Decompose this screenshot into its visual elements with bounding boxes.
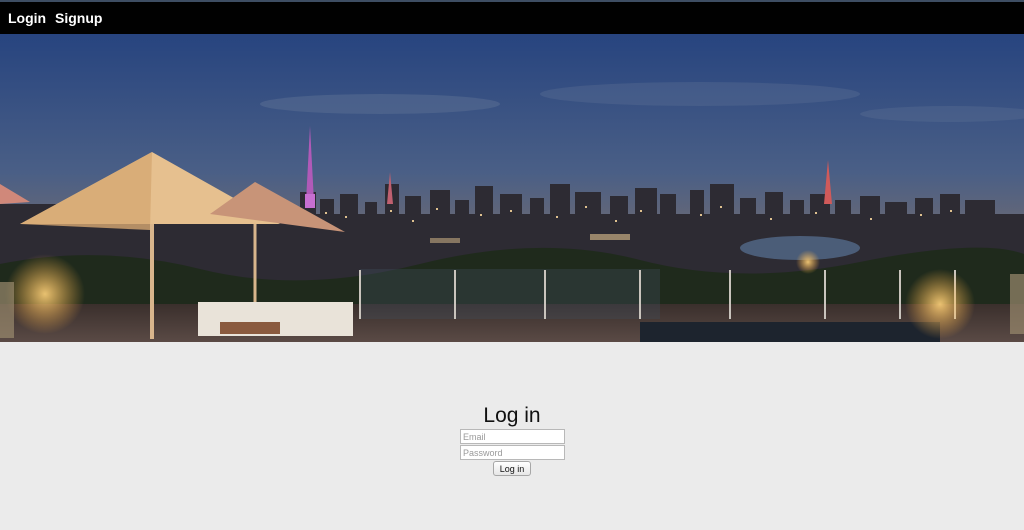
email-field[interactable]: [460, 429, 565, 444]
hero-image: [0, 34, 1024, 342]
city-skyline-illustration: [0, 34, 1024, 342]
login-title: Log in: [483, 404, 541, 427]
password-field[interactable]: [460, 445, 565, 460]
login-button[interactable]: Log in: [493, 461, 531, 476]
top-nav-bar: Login Signup: [0, 0, 1024, 34]
signup-link[interactable]: Signup: [55, 10, 102, 26]
login-link[interactable]: Login: [8, 10, 46, 26]
